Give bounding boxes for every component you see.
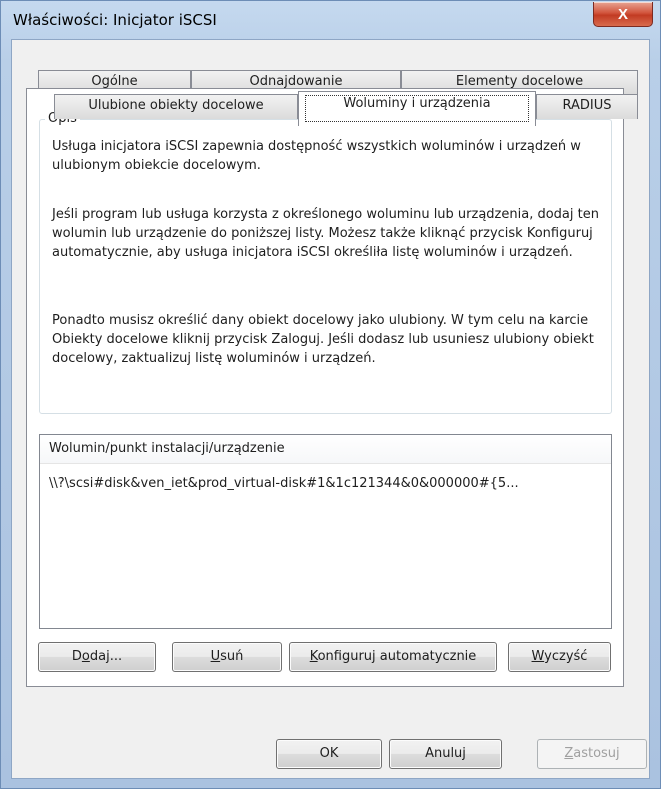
accelerator-key: K <box>309 649 318 664</box>
button-label: onfiguruj automatycznie <box>317 649 477 664</box>
accelerator-key: U <box>210 649 221 664</box>
tab-label: RADIUS <box>562 98 612 113</box>
tab-radius[interactable]: RADIUS <box>536 94 638 119</box>
tab-label: Ogólne <box>91 74 138 89</box>
close-icon: X <box>617 5 628 23</box>
accelerator-key: Z <box>564 746 574 761</box>
button-label: astosuj <box>573 746 620 761</box>
tab-page-volumes: Opis Usługa inicjatora iSCSI zapewnia do… <box>26 88 624 687</box>
description-paragraph-3: Ponadto musisz określić dany obiekt doce… <box>52 313 594 366</box>
tab-label: Odnajdowanie <box>249 74 343 89</box>
add-button[interactable]: Dodaj... <box>38 642 156 672</box>
volumes-list[interactable]: Wolumin/punkt instalacji/urządzenie \\?\… <box>39 434 612 629</box>
description-groupbox: Opis Usługa inicjatora iSCSI zapewnia do… <box>39 111 612 414</box>
list-item[interactable]: \\?\scsi#disk&ven_iet&prod_virtual-disk#… <box>40 473 611 495</box>
title-bar[interactable]: Właściwości: Inicjator iSCSI X <box>1 1 660 41</box>
autoconfigure-button[interactable]: Konfiguruj automatycznie <box>289 642 497 672</box>
tab-volumes-and-devices[interactable]: Woluminy i urządzenia <box>298 91 536 126</box>
accelerator-key: W <box>531 649 545 664</box>
window-title: Właściwości: Inicjator iSCSI <box>13 11 217 29</box>
clear-button[interactable]: Wyczyść <box>508 642 611 672</box>
tab-favorite-targets[interactable]: Ulubione obiekty docelowe <box>54 94 298 119</box>
cancel-button[interactable]: Anuluj <box>389 739 502 769</box>
button-label: suń <box>220 649 244 664</box>
button-label: Anuluj <box>425 746 466 761</box>
description-paragraph-1: Usługa inicjatora iSCSI zapewnia dostępn… <box>52 139 581 173</box>
remove-button[interactable]: Usuń <box>172 642 282 672</box>
ok-button[interactable]: OK <box>276 739 382 769</box>
button-label: yczyść <box>544 649 588 664</box>
accelerator-key: o <box>81 649 90 664</box>
button-label: daj... <box>89 649 123 664</box>
button-label: OK <box>319 746 339 761</box>
apply-button[interactable]: Zastosuj <box>537 739 647 769</box>
tab-label: Ulubione obiekty docelowe <box>88 98 264 113</box>
button-label: D <box>71 649 82 664</box>
column-header-volume[interactable]: Wolumin/punkt instalacji/urządzenie <box>40 435 611 464</box>
tab-label: Woluminy i urządzenia <box>305 95 529 122</box>
close-button[interactable]: X <box>593 2 653 27</box>
description-paragraph-2: Jeśli program lub usługa korzysta z okre… <box>52 207 599 260</box>
tab-label: Elementy docelowe <box>455 74 584 89</box>
